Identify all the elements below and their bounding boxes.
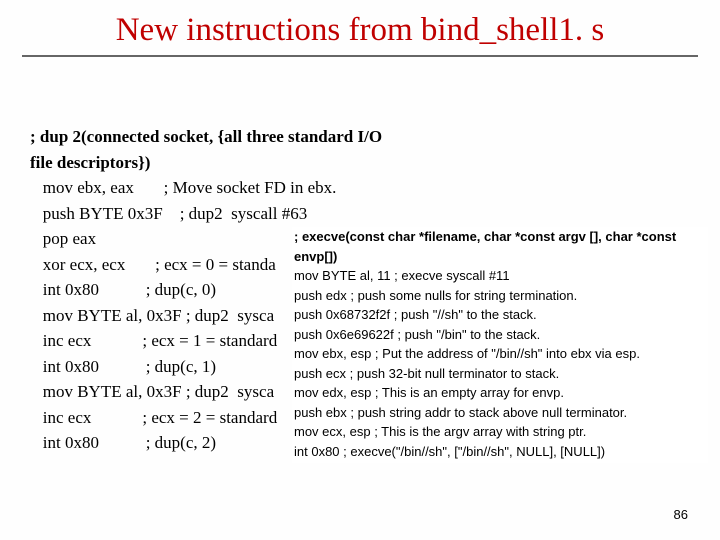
code-line: ; dup 2(connected socket, {all three sta… [30, 124, 460, 150]
title-rule [22, 55, 698, 57]
code-line: push BYTE 0x3F ; dup2 syscall #63 [30, 201, 460, 227]
code-line: push 0x6e69622f ; push "/bin" to the sta… [294, 325, 706, 345]
code-line: int 0x80 ; execve("/bin//sh", ["/bin//sh… [294, 442, 706, 462]
code-line: mov BYTE al, 11 ; execve syscall #11 [294, 266, 706, 286]
code-block-execve: ; execve(const char *filename, char *con… [292, 227, 708, 463]
code-line: mov edx, esp ; This is an empty array fo… [294, 383, 706, 403]
code-line: ; execve(const char *filename, char *con… [294, 227, 706, 266]
code-line: mov ebx, esp ; Put the address of "/bin/… [294, 344, 706, 364]
code-line: push edx ; push some nulls for string te… [294, 286, 706, 306]
slide-title: New instructions from bind_shell1. s [0, 0, 720, 51]
code-line: mov ecx, esp ; This is the argv array wi… [294, 422, 706, 442]
page-number: 86 [674, 507, 688, 522]
code-line: push 0x68732f2f ; push "//sh" to the sta… [294, 305, 706, 325]
code-line: file descriptors}) [30, 150, 460, 176]
code-line: mov ebx, eax ; Move socket FD in ebx. [30, 175, 460, 201]
code-line: push ecx ; push 32-bit null terminator t… [294, 364, 706, 384]
code-line: push ebx ; push string addr to stack abo… [294, 403, 706, 423]
